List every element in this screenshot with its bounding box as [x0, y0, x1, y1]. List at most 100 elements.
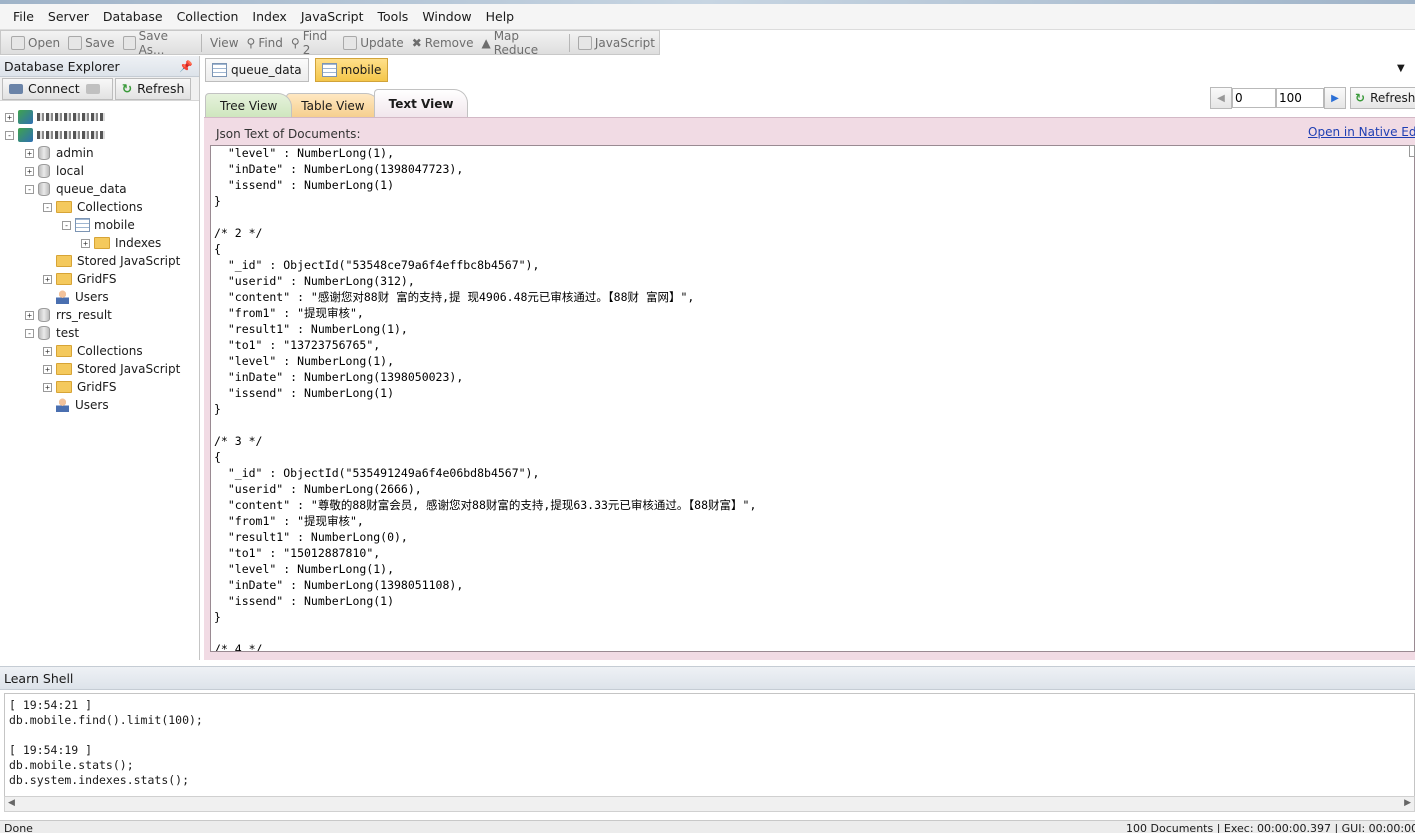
json-line: "content" : "感谢您对88财 富的支持,提 现4906.48元已审核… [214, 290, 695, 304]
open-native-editor-link[interactable]: Open in Native Editor [1308, 125, 1415, 139]
menu-window[interactable]: Window [415, 4, 478, 30]
scroll-left-icon[interactable]: ◀ [8, 798, 15, 808]
expand-icon[interactable]: + [25, 310, 34, 320]
collection-icon [212, 63, 227, 77]
shell-title-bar: Learn Shell [0, 666, 1415, 690]
menu-collection[interactable]: Collection [170, 4, 246, 30]
limit-input[interactable] [1276, 88, 1324, 108]
json-line: "userid" : NumberLong(312), [214, 274, 415, 288]
disconnect-icon[interactable] [85, 83, 100, 94]
tab-mobile[interactable]: mobile [314, 58, 389, 82]
shell-output[interactable]: [ 19:54:21 ] db.mobile.find().limit(100);… [4, 693, 1415, 797]
menu-tools[interactable]: Tools [371, 4, 416, 30]
pin-icon[interactable]: 📌 [179, 60, 193, 73]
expand-icon[interactable]: + [43, 274, 52, 284]
expand-icon[interactable]: + [25, 166, 34, 176]
explorer-refresh-button[interactable]: ↻ Refresh [114, 77, 192, 100]
tree-db-rrs-result[interactable]: + rrs_result [25, 306, 112, 324]
collapse-icon[interactable]: - [5, 130, 14, 140]
menu-help[interactable]: Help [479, 4, 522, 30]
pagination-controls: ◀ ▶ ↻ Refresh [1210, 86, 1415, 110]
json-line: /* 3 */ [214, 434, 263, 448]
vertical-scrollbar-thumb[interactable] [1409, 145, 1415, 157]
menu-javascript[interactable]: JavaScript [294, 4, 371, 30]
view-button[interactable]: View [206, 32, 242, 53]
connect-button[interactable]: Connect [2, 77, 113, 100]
json-line: "_id" : ObjectId("53548ce79a6f4effbc8b45… [214, 258, 540, 272]
refresh-results-button[interactable]: ↻ Refresh [1350, 87, 1415, 109]
horizontal-scrollbar[interactable]: ◀ ▶ [4, 796, 1415, 812]
tab-text-view[interactable]: Text View [373, 89, 469, 117]
remove-button[interactable]: ✖ Remove [408, 32, 478, 53]
document-tabs: queue_data mobile [205, 58, 394, 82]
collapse-icon[interactable]: - [25, 328, 34, 338]
map-reduce-icon: ▲ [481, 35, 491, 50]
triangle-left-icon: ◀ [1217, 92, 1225, 104]
triangle-right-icon: ▶ [1331, 92, 1339, 104]
json-text-area[interactable]: "level" : NumberLong(1), "inDate" : Numb… [210, 145, 1415, 652]
tab-list-dropdown-icon[interactable]: ▼ [1397, 63, 1405, 74]
tab-queue-data[interactable]: queue_data [205, 58, 309, 82]
tree-users[interactable]: Users [43, 288, 109, 306]
tree-indexes[interactable]: + Indexes [81, 234, 161, 252]
collapse-icon[interactable]: - [62, 220, 71, 230]
tree-collections[interactable]: - Collections [43, 198, 143, 216]
json-line: "level" : NumberLong(1), [214, 354, 395, 368]
menu-file[interactable]: File [6, 4, 41, 30]
javascript-button[interactable]: JavaScript [574, 32, 659, 53]
open-button[interactable]: Open [7, 32, 64, 53]
json-line [214, 209, 756, 225]
tab-tree-view[interactable]: Tree View [205, 93, 293, 117]
json-line: } [214, 610, 221, 624]
tree-db-queue-data[interactable]: - queue_data [25, 180, 127, 198]
find-button[interactable]: ⚲ Find [243, 32, 287, 53]
expand-icon[interactable]: + [43, 364, 52, 374]
collapse-icon[interactable]: - [25, 184, 34, 194]
toolbar-divider [568, 33, 570, 52]
tree-stored-javascript[interactable]: Stored JavaScript [43, 252, 180, 270]
tree-db-admin[interactable]: + admin [25, 144, 94, 162]
shell-line: db.system.indexes.stats(); [9, 773, 190, 787]
tree-gridfs[interactable]: + GridFS [43, 270, 117, 288]
tree-test-stored-javascript[interactable]: + Stored JavaScript [43, 360, 180, 378]
menu-server[interactable]: Server [41, 4, 96, 30]
json-line: "level" : NumberLong(1), [214, 146, 395, 160]
tree-server-1[interactable]: + [5, 108, 105, 126]
json-line: /* 2 */ [214, 226, 263, 240]
skip-input[interactable] [1232, 88, 1276, 108]
tree-server-2[interactable]: - [5, 126, 105, 144]
expand-icon[interactable]: + [43, 382, 52, 392]
json-line: "level" : NumberLong(1), [214, 562, 395, 576]
tree-test-gridfs[interactable]: + GridFS [43, 378, 117, 396]
save-button[interactable]: Save [64, 32, 118, 53]
map-reduce-button[interactable]: ▲ Map Reduce [477, 29, 564, 57]
tree-db-local[interactable]: + local [25, 162, 84, 180]
expand-icon[interactable]: + [81, 238, 90, 248]
find2-button[interactable]: ⚲ Find 2 [287, 29, 339, 57]
update-button[interactable]: Update [339, 32, 407, 53]
previous-page-button[interactable]: ◀ [1210, 87, 1232, 109]
tree-db-test[interactable]: - test [25, 324, 79, 342]
tree-test-collections[interactable]: + Collections [43, 342, 143, 360]
folder-icon [94, 237, 110, 249]
collapse-icon[interactable]: - [43, 202, 52, 212]
json-line: "issend" : NumberLong(1) [214, 594, 395, 608]
tree-collection-mobile[interactable]: - mobile [62, 216, 135, 234]
tab-table-view[interactable]: Table View [286, 93, 380, 117]
shell-line: db.mobile.stats(); [9, 758, 134, 772]
save-as-button[interactable]: Save As... [119, 29, 198, 57]
menu-database[interactable]: Database [96, 4, 170, 30]
next-page-button[interactable]: ▶ [1324, 87, 1346, 109]
json-document-text: "level" : NumberLong(1), "inDate" : Numb… [214, 146, 756, 651]
json-line: { [214, 450, 221, 464]
expand-icon[interactable]: + [5, 112, 14, 122]
expand-icon[interactable]: + [25, 148, 34, 158]
expand-icon[interactable]: + [43, 346, 52, 356]
open-icon [11, 35, 25, 50]
plug-icon [9, 83, 23, 94]
json-line: } [214, 194, 221, 208]
tree-test-users[interactable]: Users [43, 396, 109, 414]
status-text: Done [4, 822, 33, 833]
menu-index[interactable]: Index [245, 4, 293, 30]
scroll-right-icon[interactable]: ▶ [1404, 798, 1411, 808]
